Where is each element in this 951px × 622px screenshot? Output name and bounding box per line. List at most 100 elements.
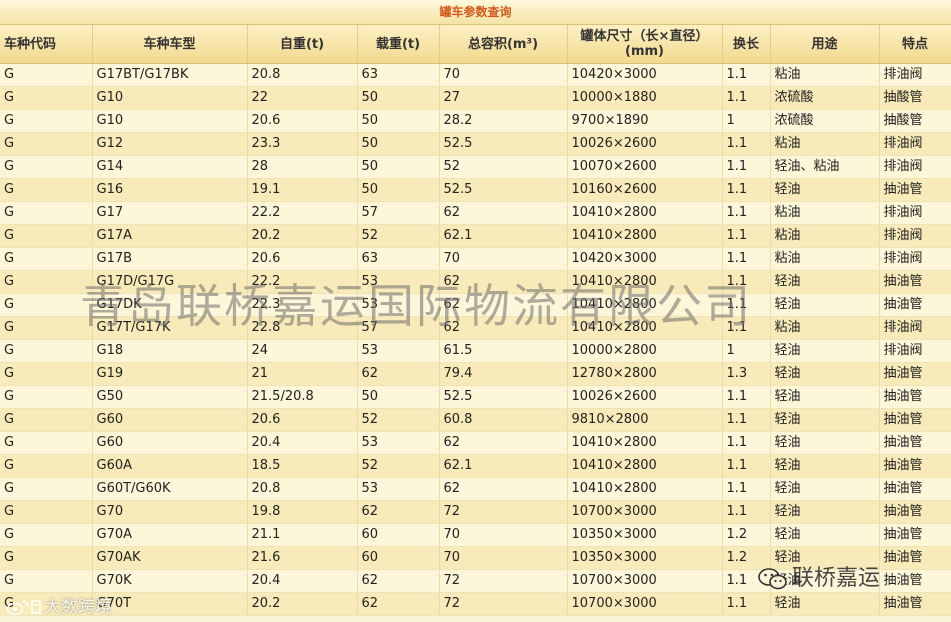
table-cell: G: [0, 454, 93, 478]
table-row[interactable]: G G70AK 21.6 60 70 10350×3000 1.2 轻油 抽油管: [0, 546, 951, 570]
table-cell: G: [0, 523, 93, 547]
table-row[interactable]: G G70K 20.4 62 72 10700×3000 1.1 轻油 抽油管: [0, 569, 951, 593]
column-header[interactable]: 罐体尺寸（长×直径）(mm): [567, 25, 723, 64]
table-cell: 50: [357, 86, 440, 110]
table-cell: 10410×2800: [567, 201, 723, 225]
tank-car-table: 车种代码 车种车型 自重(t) 载重(t) 总容积(m³) 罐体尺寸（长×直径）…: [0, 25, 951, 616]
table-cell: 62: [439, 431, 568, 455]
table-row[interactable]: G G60 20.6 52 60.8 9810×2800 1.1 轻油 抽油管: [0, 408, 951, 432]
table-cell: 1.1: [722, 431, 771, 455]
table-row[interactable]: G G17T/G17K 22.8 57 62 10410×2800 1.1 粘油 排油阀: [0, 316, 951, 340]
table-cell: 62: [357, 592, 440, 616]
column-header[interactable]: 总容积(m³): [439, 25, 568, 64]
table-cell: 10350×3000: [567, 523, 723, 547]
table-cell: G: [0, 592, 93, 616]
table-cell: 52: [439, 155, 568, 179]
table-row[interactable]: G G70 19.8 62 72 10700×3000 1.1 轻油 抽油管: [0, 500, 951, 524]
table-cell: 50: [357, 385, 440, 409]
table-cell: 53: [357, 431, 440, 455]
column-header[interactable]: 车种代码: [0, 25, 93, 64]
table-cell: 轻油: [770, 178, 880, 202]
table-cell: G: [0, 477, 93, 501]
table-row[interactable]: G G70A 21.1 60 70 10350×3000 1.2 轻油 抽油管: [0, 523, 951, 547]
column-header[interactable]: 用途: [770, 25, 880, 64]
table-cell: 72: [439, 592, 568, 616]
table-cell: 轻油: [770, 454, 880, 478]
table-cell: 10160×2600: [567, 178, 723, 202]
table-cell: 1: [722, 109, 771, 133]
table-cell: 61.5: [439, 339, 568, 363]
table-cell: 53: [357, 477, 440, 501]
table-cell: G: [0, 569, 93, 593]
table-row[interactable]: G G16 19.1 50 52.5 10160×2600 1.1 轻油 抽油管: [0, 178, 951, 202]
table-cell: G17B: [92, 247, 248, 271]
table-cell: 10410×2800: [567, 477, 723, 501]
table-cell: 27: [439, 86, 568, 110]
table-cell: G12: [92, 132, 248, 156]
table-row[interactable]: G G50 21.5/20.8 50 52.5 10026×2600 1.1 轻油 抽油管: [0, 385, 951, 409]
table-cell: 抽油管: [879, 477, 951, 501]
table-cell: 轻油: [770, 270, 880, 294]
table-cell: 1.1: [722, 454, 771, 478]
table-cell: 轻油: [770, 500, 880, 524]
table-cell: 抽油管: [879, 408, 951, 432]
table-cell: 轻油: [770, 523, 880, 547]
table-cell: 抽油管: [879, 454, 951, 478]
table-cell: 抽油管: [879, 569, 951, 593]
table-cell: 70: [439, 63, 568, 87]
table-cell: 21: [247, 362, 358, 386]
table-row[interactable]: G G10 22 50 27 10000×1880 1.1 浓硫酸 抽酸管: [0, 86, 951, 110]
table-cell: 20.8: [247, 63, 358, 87]
table-row[interactable]: G G60T/G60K 20.8 53 62 10410×2800 1.1 轻油 抽油管: [0, 477, 951, 501]
table-cell: 62.1: [439, 224, 568, 248]
table-cell: 20.4: [247, 569, 358, 593]
table-row[interactable]: G G17B 20.6 63 70 10420×3000 1.1 粘油 排油阀: [0, 247, 951, 271]
table-cell: 1.1: [722, 500, 771, 524]
table-cell: 轻油、粘油: [770, 155, 880, 179]
table-cell: 轻油: [770, 592, 880, 616]
table-cell: 抽油管: [879, 500, 951, 524]
table-cell: 1.1: [722, 385, 771, 409]
column-header[interactable]: 换长: [722, 25, 771, 64]
table-cell: 19.8: [247, 500, 358, 524]
table-cell: 10410×2800: [567, 224, 723, 248]
table-row[interactable]: G G17A 20.2 52 62.1 10410×2800 1.1 粘油 排油阀: [0, 224, 951, 248]
table-cell: 抽油管: [879, 270, 951, 294]
table-cell: 10070×2600: [567, 155, 723, 179]
table-cell: 抽油管: [879, 431, 951, 455]
table-row[interactable]: G G17 22.2 57 62 10410×2800 1.1 粘油 排油阀: [0, 201, 951, 225]
table-cell: 70: [439, 523, 568, 547]
table-row[interactable]: G G60 20.4 53 62 10410×2800 1.1 轻油 抽油管: [0, 431, 951, 455]
table-row[interactable]: G G12 23.3 50 52.5 10026×2600 1.1 粘油 排油阀: [0, 132, 951, 156]
column-header[interactable]: 自重(t): [247, 25, 358, 64]
table-cell: 60: [357, 523, 440, 547]
column-header[interactable]: 车种车型: [92, 25, 248, 64]
table-cell: 抽油管: [879, 592, 951, 616]
table-cell: 1.2: [722, 546, 771, 570]
table-cell: 9700×1890: [567, 109, 723, 133]
table-row[interactable]: G G17D/G17G 22.2 53 62 10410×2800 1.1 轻油 抽油管: [0, 270, 951, 294]
table-row[interactable]: G G60A 18.5 52 62.1 10410×2800 1.1 轻油 抽油管: [0, 454, 951, 478]
table-cell: G17DK: [92, 293, 248, 317]
table-cell: 10420×3000: [567, 63, 723, 87]
table-row[interactable]: G G17DK 22.3 53 62 10410×2800 1.1 轻油 抽油管: [0, 293, 951, 317]
table-cell: G: [0, 431, 93, 455]
table-cell: 9810×2800: [567, 408, 723, 432]
table-row[interactable]: G G18 24 53 61.5 10000×2800 1 轻油 排油阀: [0, 339, 951, 363]
table-row[interactable]: G G17BT/G17BK 20.8 63 70 10420×3000 1.1 粘油 排油阀: [0, 63, 951, 87]
table-cell: G: [0, 339, 93, 363]
table-row[interactable]: G G19 21 62 79.4 12780×2800 1.3 轻油 抽油管: [0, 362, 951, 386]
column-header[interactable]: 特点: [879, 25, 951, 64]
table-cell: 10000×2800: [567, 339, 723, 363]
table-row[interactable]: G G70T 20.2 62 72 10700×3000 1.1 轻油 抽油管: [0, 592, 951, 616]
table-row[interactable]: G G10 20.6 50 28.2 9700×1890 1 浓硫酸 抽酸管: [0, 109, 951, 133]
table-cell: 粘油: [770, 224, 880, 248]
table-cell: G: [0, 385, 93, 409]
table-title: 罐车参数查询: [0, 0, 951, 25]
table-row[interactable]: G G14 28 50 52 10070×2600 1.1 轻油、粘油 排油阀: [0, 155, 951, 179]
table-cell: 1.1: [722, 132, 771, 156]
column-header[interactable]: 载重(t): [357, 25, 440, 64]
table-cell: G: [0, 500, 93, 524]
table-cell: G60: [92, 431, 248, 455]
table-cell: G19: [92, 362, 248, 386]
